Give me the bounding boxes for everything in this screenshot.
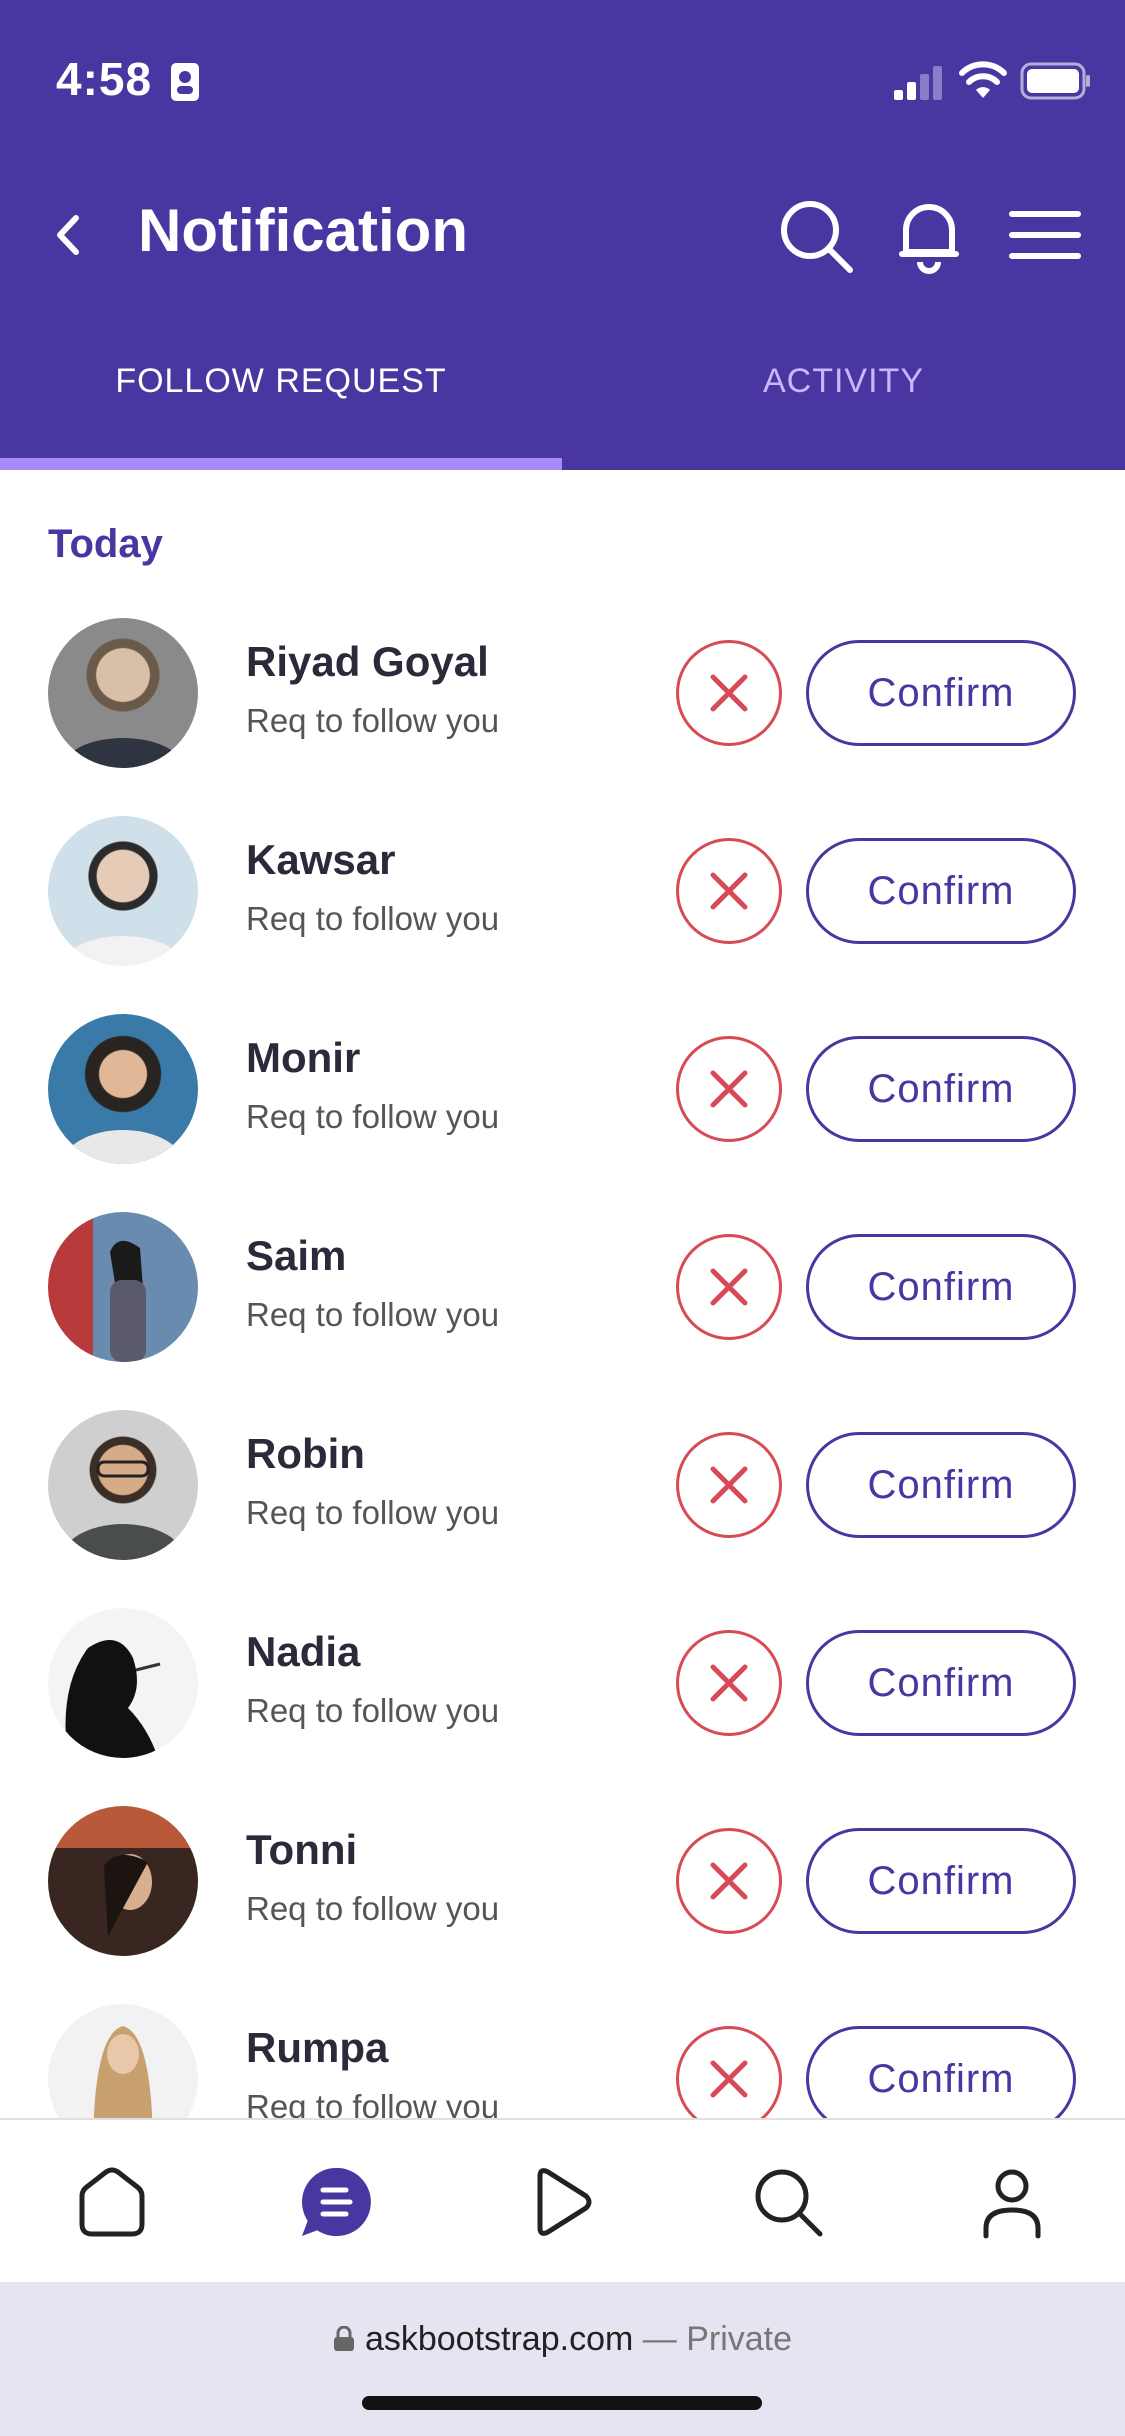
requester-name: Riyad Goyal xyxy=(246,638,489,685)
requester-name: Monir xyxy=(246,1034,361,1081)
close-icon xyxy=(710,1862,748,1900)
decline-button[interactable] xyxy=(676,1234,782,1340)
avatar[interactable] xyxy=(48,618,198,768)
status-bar: 4:58 xyxy=(0,0,1125,160)
search-icon[interactable] xyxy=(748,2162,828,2242)
list-item: Kawsar Req to follow you Confirm xyxy=(0,800,1125,998)
confirm-button[interactable]: Confirm xyxy=(806,640,1076,746)
avatar[interactable] xyxy=(48,1806,198,1956)
request-subtitle: Req to follow you xyxy=(246,1098,500,1135)
bell-icon[interactable] xyxy=(886,192,972,278)
decline-button[interactable] xyxy=(676,1432,782,1538)
url-display[interactable]: askbootstrap.com — Private xyxy=(0,2320,1125,2359)
close-icon xyxy=(710,2060,748,2098)
list-item: Rumpa Req to follow you Confirm xyxy=(0,1988,1125,2118)
battery-icon xyxy=(1020,62,1090,100)
avatar[interactable] xyxy=(48,1212,198,1362)
avatar[interactable] xyxy=(48,1608,198,1758)
profile-icon[interactable] xyxy=(972,2162,1052,2242)
menu-icon[interactable] xyxy=(1002,192,1088,278)
confirm-button[interactable]: Confirm xyxy=(806,1630,1076,1736)
decline-button[interactable] xyxy=(676,2026,782,2118)
search-icon[interactable] xyxy=(772,192,858,278)
decline-button[interactable] xyxy=(676,1828,782,1934)
wifi-icon xyxy=(959,61,1007,98)
tab-activity[interactable]: ACTIVITY xyxy=(562,362,1125,401)
list-item: Saim Req to follow you Confirm xyxy=(0,1196,1125,1394)
confirm-button[interactable]: Confirm xyxy=(806,1828,1076,1934)
url-text: askbootstrap.com xyxy=(364,2320,634,2358)
requester-name: Tonni xyxy=(246,1826,358,1873)
request-subtitle: Req to follow you xyxy=(246,900,500,937)
request-subtitle: Req to follow you xyxy=(246,702,500,739)
play-icon[interactable] xyxy=(522,2162,602,2242)
close-icon xyxy=(710,872,748,910)
list-item: Tonni Req to follow you Confirm xyxy=(0,1790,1125,1988)
app-header: 4:58 Notification FOLLOW REQUEST ACTIVIT… xyxy=(0,0,1125,470)
bottom-navigation xyxy=(0,2118,1125,2282)
avatar[interactable] xyxy=(48,1410,198,1560)
cellular-signal-icon xyxy=(894,66,942,100)
tab-follow-request[interactable]: FOLLOW REQUEST xyxy=(0,362,562,401)
request-subtitle: Req to follow you xyxy=(246,1692,500,1729)
confirm-button[interactable]: Confirm xyxy=(806,1432,1076,1538)
request-subtitle: Req to follow you xyxy=(246,1296,500,1333)
request-subtitle: Req to follow you xyxy=(246,2088,500,2118)
browser-url-bar: askbootstrap.com — Private xyxy=(0,2282,1125,2436)
close-icon xyxy=(710,1664,748,1702)
page-title: Notification xyxy=(138,197,468,264)
close-icon xyxy=(710,1268,748,1306)
list-item: Nadia Req to follow you Confirm xyxy=(0,1592,1125,1790)
private-mode-label: — Private xyxy=(642,2320,793,2358)
lock-icon xyxy=(333,2325,354,2351)
confirm-button[interactable]: Confirm xyxy=(806,2026,1076,2118)
list-item: Riyad Goyal Req to follow you Confirm xyxy=(0,602,1125,800)
notification-icon[interactable] xyxy=(296,2162,376,2242)
avatar[interactable] xyxy=(48,2004,198,2118)
avatar[interactable] xyxy=(48,816,198,966)
close-icon xyxy=(710,674,748,712)
list-item: Monir Req to follow you Confirm xyxy=(0,998,1125,1196)
requester-name: Kawsar xyxy=(246,836,396,883)
avatar[interactable] xyxy=(48,1014,198,1164)
close-icon xyxy=(710,1466,748,1504)
requester-name: Saim xyxy=(246,1232,347,1279)
home-icon[interactable] xyxy=(72,2162,152,2242)
status-time: 4:58 xyxy=(56,53,153,105)
requester-name: Nadia xyxy=(246,1628,361,1675)
active-tab-indicator xyxy=(0,458,562,470)
confirm-button[interactable]: Confirm xyxy=(806,838,1076,944)
request-subtitle: Req to follow you xyxy=(246,1494,500,1531)
decline-button[interactable] xyxy=(676,1036,782,1142)
close-icon xyxy=(710,1070,748,1108)
confirm-button[interactable]: Confirm xyxy=(806,1036,1076,1142)
follow-request-list: Riyad Goyal Req to follow you Confirm Ka… xyxy=(0,602,1125,2118)
back-arrow-icon[interactable] xyxy=(42,200,98,270)
requester-name: Robin xyxy=(246,1430,365,1477)
decline-button[interactable] xyxy=(676,1630,782,1736)
contact-card-icon xyxy=(171,63,199,101)
decline-button[interactable] xyxy=(676,838,782,944)
section-title-today: Today xyxy=(48,522,163,566)
decline-button[interactable] xyxy=(676,640,782,746)
list-item: Robin Req to follow you Confirm xyxy=(0,1394,1125,1592)
confirm-button[interactable]: Confirm xyxy=(806,1234,1076,1340)
request-subtitle: Req to follow you xyxy=(246,1890,500,1927)
home-indicator xyxy=(362,2396,762,2410)
requester-name: Rumpa xyxy=(246,2024,389,2071)
